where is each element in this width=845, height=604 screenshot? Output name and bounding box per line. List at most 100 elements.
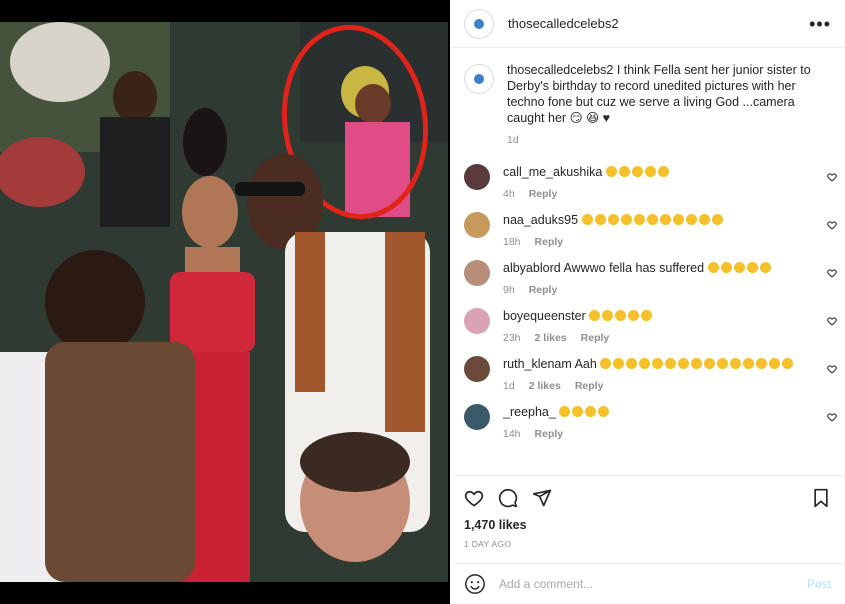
- laugh-emoji-icon: [626, 358, 638, 369]
- caption-emoji: 😏 😆 ♥: [569, 111, 610, 125]
- commenter-avatar[interactable]: [464, 260, 490, 286]
- commenter-username[interactable]: naa_aduks95: [503, 213, 578, 227]
- commenter-avatar[interactable]: [464, 356, 490, 382]
- laugh-emoji-icon: [707, 262, 719, 273]
- laugh-emoji-icon: [600, 358, 612, 369]
- comment-item: call_me_akushika 4h Reply: [450, 164, 845, 200]
- laugh-emoji-icon: [665, 358, 677, 369]
- caption-meta: 1d: [507, 134, 827, 146]
- laugh-emoji-icon: [646, 214, 658, 225]
- comment-container: call_me_akushika 4h Reply naa_aduks95 18h R…: [450, 164, 845, 440]
- post-side-panel: thosecalledcelebs2 ••• thosecalledcelebs…: [450, 0, 845, 604]
- laugh-emoji-icon: [691, 358, 703, 369]
- more-horizontal-icon[interactable]: •••: [809, 15, 831, 33]
- laugh-emoji-icon: [633, 214, 645, 225]
- like-count[interactable]: 1,470 likes: [464, 518, 831, 532]
- laugh-emoji-icon: [746, 262, 758, 273]
- laugh-emoji-icon: [598, 406, 610, 417]
- laugh-emoji-icon: [618, 166, 630, 177]
- commenter-username[interactable]: ruth_klenam: [503, 357, 572, 371]
- comment-like-heart-icon[interactable]: [827, 220, 837, 230]
- laugh-emoji-icon: [581, 214, 593, 225]
- caption-username[interactable]: thosecalledcelebs2: [507, 63, 613, 77]
- laugh-emoji-icon: [639, 358, 651, 369]
- commenter-username[interactable]: _reepha_: [503, 405, 556, 419]
- laugh-emoji-icon: [620, 214, 632, 225]
- laugh-emoji-icon: [717, 358, 729, 369]
- laugh-emoji-icon: [756, 358, 768, 369]
- commenter-username[interactable]: albyablord: [503, 261, 561, 275]
- caption-author-avatar[interactable]: [464, 64, 494, 94]
- reply-button[interactable]: Reply: [581, 332, 610, 344]
- post-photo[interactable]: [0, 22, 448, 582]
- comment-meta: 18h Reply: [503, 236, 813, 248]
- laugh-emoji-icon: [704, 358, 716, 369]
- laugh-emoji-icon: [602, 310, 614, 321]
- comment-like-count[interactable]: 2 likes: [529, 380, 561, 392]
- comment-age: 9h: [503, 284, 515, 296]
- laugh-emoji-icon: [743, 358, 755, 369]
- comment-like-heart-icon[interactable]: [827, 268, 837, 278]
- photo-letterbox-bottom: [0, 582, 448, 604]
- comment-age: 18h: [503, 236, 521, 248]
- commenter-username[interactable]: call_me_akushika: [503, 165, 602, 179]
- comment-like-heart-icon[interactable]: [827, 412, 837, 422]
- comment-like-heart-icon[interactable]: [827, 316, 837, 326]
- laugh-emoji-icon: [678, 358, 690, 369]
- caption-text: thosecalledcelebs2 I think Fella sent he…: [507, 62, 827, 126]
- laugh-emoji-icon: [711, 214, 723, 225]
- laugh-emoji-icon: [720, 262, 732, 273]
- reply-button[interactable]: Reply: [529, 284, 558, 296]
- reply-button[interactable]: Reply: [535, 236, 564, 248]
- laugh-emoji-icon: [572, 406, 584, 417]
- reply-button[interactable]: Reply: [529, 188, 558, 200]
- laugh-emoji-icon: [628, 310, 640, 321]
- comment-text: naa_aduks95: [503, 212, 813, 228]
- post-comment-button[interactable]: Post: [807, 577, 831, 591]
- post-actions: 1,470 likes 1 DAY AGO: [450, 475, 845, 560]
- comment-like-heart-icon[interactable]: [827, 364, 837, 374]
- commenter-avatar[interactable]: [464, 212, 490, 238]
- photo-letterbox-top: [0, 0, 448, 22]
- comments-list[interactable]: thosecalledcelebs2 I think Fella sent he…: [450, 48, 845, 475]
- reply-button[interactable]: Reply: [535, 428, 564, 440]
- commenter-username[interactable]: boyequeenster: [503, 309, 586, 323]
- photo-illustration: [0, 22, 448, 582]
- emoji-smiley-icon[interactable]: [464, 573, 486, 595]
- laugh-emoji-icon: [657, 166, 669, 177]
- laugh-emoji-icon: [589, 310, 601, 321]
- laugh-emoji-icon: [652, 358, 664, 369]
- laugh-emoji-icon: [730, 358, 742, 369]
- comment-body: Aah: [574, 357, 597, 371]
- post-caption: thosecalledcelebs2 I think Fella sent he…: [450, 48, 845, 146]
- like-heart-icon[interactable]: [464, 488, 484, 508]
- save-bookmark-icon[interactable]: [811, 488, 831, 508]
- comment-meta: 23h 2 likes Reply: [503, 332, 813, 344]
- action-icons-row: [464, 486, 831, 510]
- comment-like-heart-icon[interactable]: [827, 172, 837, 182]
- comment-item: naa_aduks95 18h Reply: [450, 212, 845, 248]
- commenter-avatar[interactable]: [464, 308, 490, 334]
- comment-text: albyablord Awwwo fella has suffered: [503, 260, 813, 276]
- comment-text: _reepha_: [503, 404, 813, 420]
- laugh-emoji-icon: [641, 310, 653, 321]
- author-avatar[interactable]: [464, 8, 494, 39]
- comment-age: 1d: [503, 380, 515, 392]
- author-username[interactable]: thosecalledcelebs2: [508, 16, 619, 31]
- comment-age: 4h: [503, 188, 515, 200]
- reply-button[interactable]: Reply: [575, 380, 604, 392]
- comment-like-count[interactable]: 2 likes: [535, 332, 567, 344]
- laugh-emoji-icon: [782, 358, 794, 369]
- laugh-emoji-icon: [644, 166, 656, 177]
- post-header: thosecalledcelebs2 •••: [450, 0, 845, 48]
- laugh-emoji-icon: [607, 214, 619, 225]
- laugh-emoji-icon: [733, 262, 745, 273]
- commenter-avatar[interactable]: [464, 164, 490, 190]
- add-comment-input[interactable]: [499, 577, 799, 591]
- comment-meta: 14h Reply: [503, 428, 813, 440]
- commenter-avatar[interactable]: [464, 404, 490, 430]
- comment-bubble-icon[interactable]: [498, 488, 518, 508]
- share-send-icon[interactable]: [532, 488, 552, 508]
- laugh-emoji-icon: [631, 166, 643, 177]
- comment-meta: 4h Reply: [503, 188, 813, 200]
